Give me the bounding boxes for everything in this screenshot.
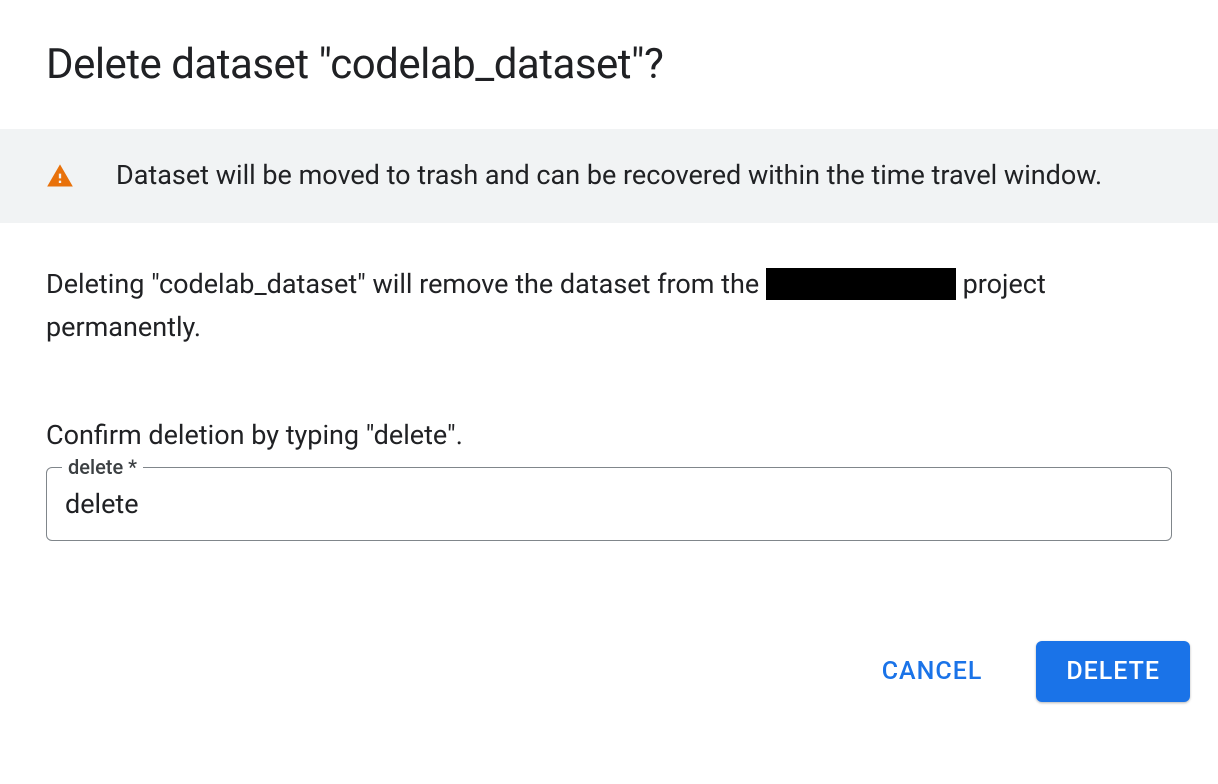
confirm-instruction: Confirm deletion by typing "delete". xyxy=(46,419,1172,451)
info-banner: Dataset will be moved to trash and can b… xyxy=(0,129,1218,223)
delete-description: Deleting "codelab_dataset" will remove t… xyxy=(46,263,1172,349)
confirm-input-wrapper: delete * xyxy=(46,467,1172,541)
info-banner-text: Dataset will be moved to trash and can b… xyxy=(116,157,1102,195)
cancel-button[interactable]: Cancel xyxy=(852,641,1013,702)
dialog-body: Deleting "codelab_dataset" will remove t… xyxy=(0,223,1218,541)
delete-dataset-dialog: Delete dataset "codelab_dataset"? Datase… xyxy=(0,0,1218,702)
dialog-actions: Cancel Delete xyxy=(0,641,1218,702)
warning-icon xyxy=(46,162,74,190)
description-prefix: Deleting "codelab_dataset" will remove t… xyxy=(46,268,766,300)
confirm-delete-input[interactable] xyxy=(46,467,1172,541)
input-label: delete * xyxy=(62,455,143,479)
dialog-title: Delete dataset "codelab_dataset"? xyxy=(0,40,1218,129)
redacted-project-name xyxy=(766,268,956,300)
delete-button[interactable]: Delete xyxy=(1036,641,1190,702)
